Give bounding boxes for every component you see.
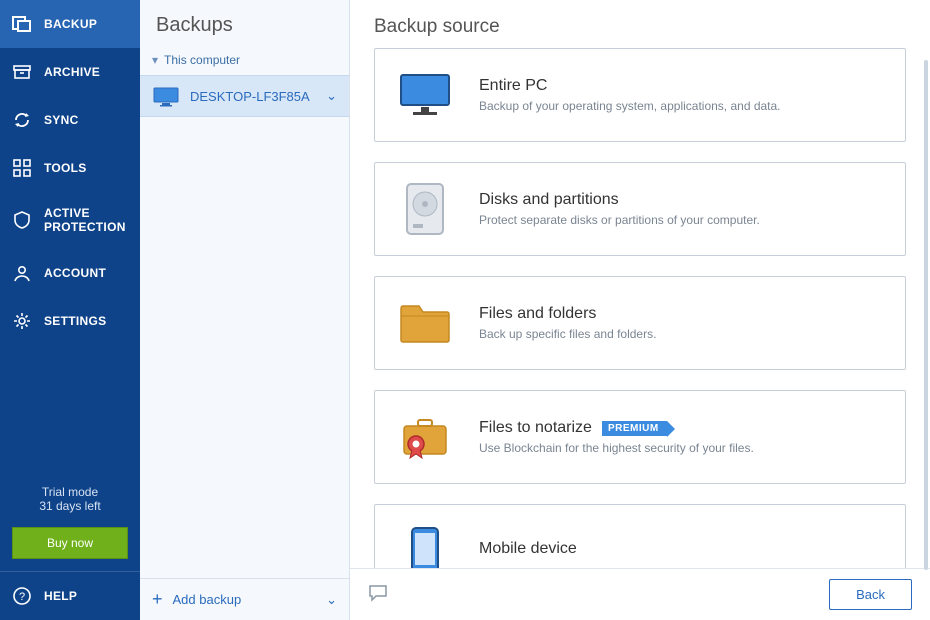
page-title: Backup source: [350, 0, 930, 48]
nav-label: TOOLS: [44, 161, 87, 175]
chevron-down-icon[interactable]: ⌄: [326, 88, 337, 104]
plus-icon: +: [152, 589, 163, 610]
backup-item-selected[interactable]: DESKTOP-LF3F85A ⌄: [140, 75, 349, 117]
disk-icon: [397, 181, 453, 237]
nav-active-protection[interactable]: ACTIVE PROTECTION: [0, 192, 140, 249]
add-backup-label: Add backup: [173, 592, 242, 607]
card-title: Entire PC: [479, 77, 547, 95]
archive-icon: [12, 62, 32, 82]
card-title: Files to notarize: [479, 419, 592, 437]
nav-label: ARCHIVE: [44, 65, 100, 79]
nav-backup[interactable]: BACKUP: [0, 0, 140, 48]
folder-icon: [397, 295, 453, 351]
backups-title: Backups: [140, 0, 349, 45]
sidebar: BACKUP ARCHIVE SYNC TOOLS: [0, 0, 140, 620]
card-disks-partitions[interactable]: Disks and partitions Protect separate di…: [374, 162, 906, 256]
backup-name: DESKTOP-LF3F85A: [190, 89, 326, 104]
card-files-notarize[interactable]: Files to notarize PREMIUM Use Blockchain…: [374, 390, 906, 484]
svg-text:?: ?: [19, 591, 25, 603]
main-footer: Back: [350, 568, 930, 620]
monitor-icon: [152, 86, 180, 106]
main-area: Backup source Entire PC Backup of your o…: [350, 0, 930, 620]
card-desc: Back up specific files and folders.: [479, 327, 883, 341]
nav-label: HELP: [44, 589, 77, 603]
nav-label: BACKUP: [44, 17, 97, 31]
card-mobile-device[interactable]: Mobile device: [374, 504, 906, 568]
card-title: Disks and partitions: [479, 191, 619, 209]
nav-label: ACCOUNT: [44, 266, 106, 280]
backup-icon: [12, 14, 32, 34]
comment-icon[interactable]: [368, 584, 388, 605]
help-icon: ?: [12, 586, 32, 606]
nav-label: ACTIVE PROTECTION: [44, 206, 128, 235]
backups-group-this-computer[interactable]: ▾ This computer: [140, 45, 349, 75]
add-backup-button[interactable]: + Add backup ⌄: [140, 578, 349, 620]
back-button[interactable]: Back: [829, 579, 912, 610]
backups-panel: Backups ▾ This computer DESKTOP-LF3F85A …: [140, 0, 350, 620]
buy-now-button[interactable]: Buy now: [12, 527, 128, 559]
card-desc: Backup of your operating system, applica…: [479, 99, 883, 113]
trial-line2: 31 days left: [10, 499, 130, 513]
group-label: This computer: [164, 53, 240, 67]
nav-account[interactable]: ACCOUNT: [0, 249, 140, 297]
premium-badge: PREMIUM: [602, 421, 667, 436]
nav-label: SYNC: [44, 113, 79, 127]
entire-pc-icon: [397, 67, 453, 123]
nav-settings[interactable]: SETTINGS: [0, 297, 140, 345]
chevron-down-icon[interactable]: ⌄: [326, 592, 337, 608]
nav-sync[interactable]: SYNC: [0, 96, 140, 144]
tools-icon: [12, 158, 32, 178]
nav-tools[interactable]: TOOLS: [0, 144, 140, 192]
nav-label: SETTINGS: [44, 314, 106, 328]
chevron-down-icon: ▾: [152, 53, 158, 67]
card-title: Mobile device: [479, 540, 577, 558]
nav-help[interactable]: ? HELP: [0, 571, 140, 620]
briefcase-seal-icon: [397, 409, 453, 465]
source-cards: Entire PC Backup of your operating syste…: [350, 48, 930, 568]
shield-icon: [12, 210, 32, 230]
sync-icon: [12, 110, 32, 130]
nav-archive[interactable]: ARCHIVE: [0, 48, 140, 96]
card-desc: Use Blockchain for the highest security …: [479, 441, 883, 455]
account-icon: [12, 263, 32, 283]
card-files-folders[interactable]: Files and folders Back up specific files…: [374, 276, 906, 370]
card-entire-pc[interactable]: Entire PC Backup of your operating syste…: [374, 48, 906, 142]
mobile-icon: [397, 523, 453, 568]
gear-icon: [12, 311, 32, 331]
card-desc: Protect separate disks or partitions of …: [479, 213, 883, 227]
trial-line1: Trial mode: [10, 485, 130, 499]
trial-status: Trial mode 31 days left: [0, 477, 140, 521]
card-title: Files and folders: [479, 305, 596, 323]
scrollbar[interactable]: [924, 60, 928, 570]
